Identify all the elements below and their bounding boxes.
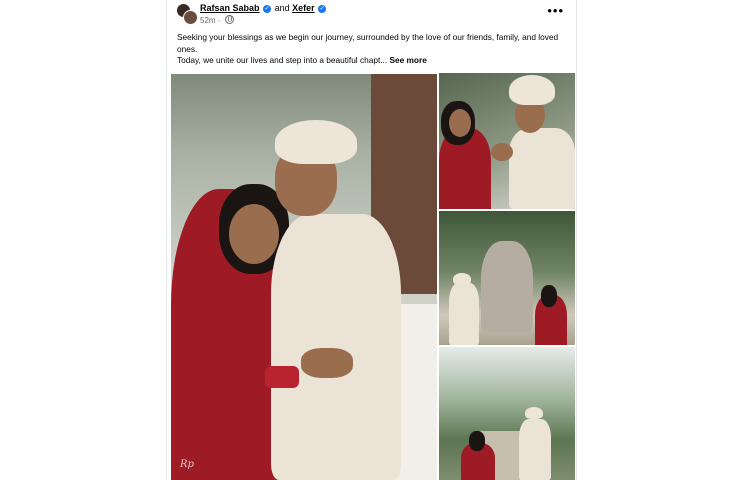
photo-thumbnail[interactable] — [439, 211, 575, 345]
author-connector: and — [274, 3, 290, 13]
groom-sherwani — [509, 128, 575, 209]
bride-hand — [301, 348, 353, 378]
groom-turban — [525, 407, 543, 419]
post-authors: Rafsan Sabab ✓ and Xefer ✓ — [200, 3, 327, 13]
garden-fountain — [481, 241, 533, 333]
joined-hands — [491, 143, 513, 161]
globe-icon[interactable] — [224, 15, 234, 24]
bride-face — [449, 109, 471, 137]
bride-face — [229, 204, 279, 264]
post-header: Rafsan Sabab ✓ and Xefer ✓ 52m · ••• — [167, 0, 576, 30]
caption-line-truncated: Today, we unite our lives and step into … — [177, 55, 567, 67]
caption-line: Seeking your blessings as we begin our j… — [177, 32, 559, 54]
bride-bangles — [265, 366, 299, 388]
groom-turban — [453, 273, 471, 285]
see-more-link[interactable]: See more — [389, 55, 426, 65]
groom-sherwani — [449, 283, 479, 345]
author-name-link[interactable]: Rafsan Sabab — [200, 3, 260, 13]
author-avatars[interactable] — [176, 3, 198, 25]
more-options-button[interactable]: ••• — [547, 4, 564, 17]
post-card: Rafsan Sabab ✓ and Xefer ✓ 52m · ••• See… — [166, 0, 577, 480]
main-photo[interactable]: Rp — [171, 74, 437, 480]
verified-badge-icon: ✓ — [263, 5, 272, 13]
bride-hair — [541, 285, 557, 307]
groom-turban — [275, 120, 357, 164]
groom-sherwani — [271, 214, 401, 480]
photo-grid: Rp — [171, 73, 576, 480]
post-meta: 52m · — [200, 15, 234, 25]
avatar[interactable] — [183, 10, 198, 25]
caption-text: Today, we unite our lives and step into … — [177, 55, 388, 65]
meta-separator: · — [217, 16, 221, 25]
groom-sherwani — [519, 419, 551, 480]
photo-thumbnail[interactable] — [439, 73, 575, 209]
photographer-watermark: Rp — [180, 459, 194, 470]
post-timestamp[interactable]: 52m — [200, 16, 216, 25]
verified-badge-icon: ✓ — [318, 5, 327, 13]
post-caption: Seeking your blessings as we begin our j… — [177, 32, 567, 67]
photo-thumbnail[interactable] — [439, 347, 575, 480]
coauthor-name-link[interactable]: Xefer — [292, 3, 315, 13]
groom-turban — [509, 75, 555, 105]
bride-hair — [469, 431, 485, 451]
